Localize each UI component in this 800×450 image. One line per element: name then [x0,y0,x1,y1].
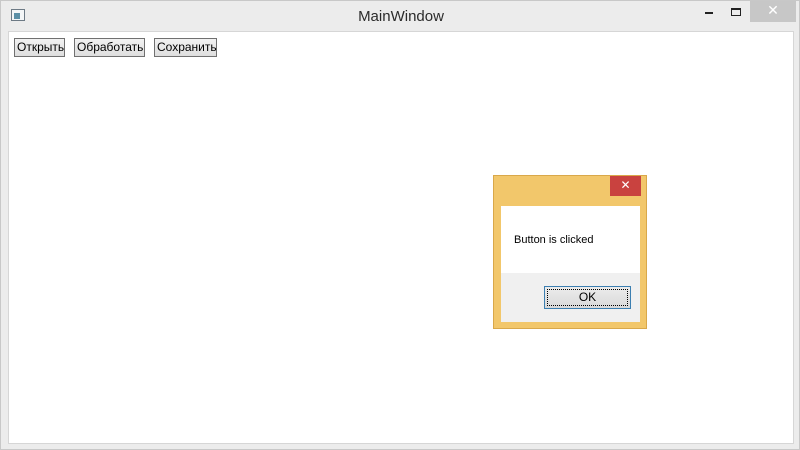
message-box-footer: OK [501,273,640,322]
process-button[interactable]: Обработать [74,38,145,57]
message-box: ✕ Button is clicked OK [493,175,647,329]
main-window: MainWindow ✕ Открыть Обработать Сохранит… [0,0,800,450]
message-box-close-button[interactable]: ✕ [610,176,641,196]
minimize-icon [705,12,713,14]
maximize-icon [731,8,741,16]
maximize-button[interactable] [723,1,749,22]
title-bar[interactable]: MainWindow ✕ [1,1,799,31]
window-title: MainWindow [358,8,444,25]
close-icon: ✕ [767,3,779,19]
minimize-button[interactable] [697,1,721,22]
save-button[interactable]: Сохранить [154,38,217,57]
message-box-body: Button is clicked OK [501,206,640,322]
message-text: Button is clicked [514,234,594,246]
open-button[interactable]: Открыть [14,38,65,57]
close-button[interactable]: ✕ [750,1,796,22]
close-icon: ✕ [620,178,631,192]
ok-button[interactable]: OK [544,286,631,309]
window-content: Открыть Обработать Сохранить [8,31,794,444]
